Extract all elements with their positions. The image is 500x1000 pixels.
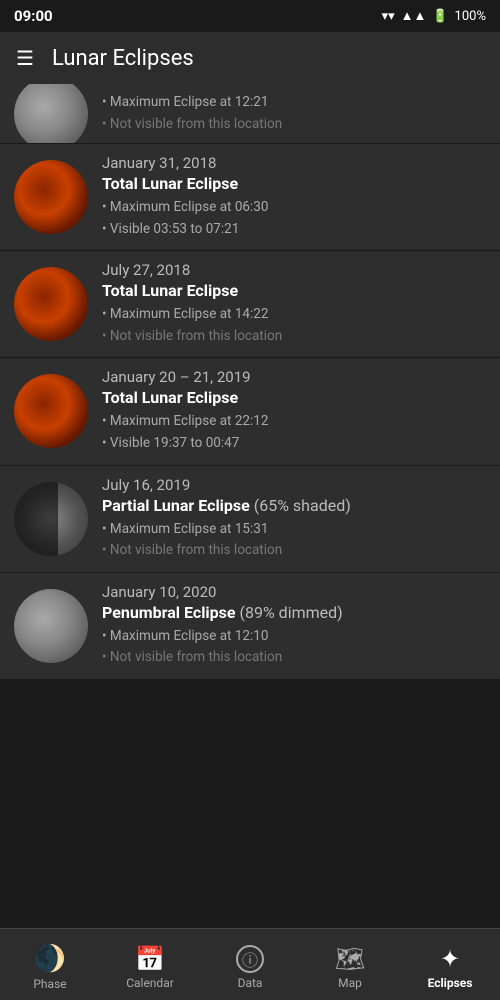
eclipse-info: • Maximum Eclipse at 12:21 • Not visible… bbox=[102, 92, 486, 135]
eclipse-detail: • Maximum Eclipse at 15:31 • Not visible… bbox=[102, 519, 486, 562]
detail-line-1: • Maximum Eclipse at 14:22 bbox=[102, 306, 268, 322]
nav-eclipses-label: Eclipses bbox=[428, 976, 473, 990]
eclipse-type: Total Lunar Eclipse bbox=[102, 281, 486, 300]
detail-line-2: • Not visible from this location bbox=[102, 649, 282, 665]
eclipse-type: Partial Lunar Eclipse (65% shaded) bbox=[102, 496, 486, 515]
eclipse-type: Penumbral Eclipse (89% dimmed) bbox=[102, 603, 486, 622]
eclipse-date: January 20 – 21, 2019 bbox=[102, 368, 486, 386]
eclipse-date: January 31, 2018 bbox=[102, 154, 486, 172]
detail-line-2: • Not visible from this location bbox=[102, 542, 282, 558]
eclipse-detail: • Maximum Eclipse at 22:12 • Visible 19:… bbox=[102, 411, 486, 454]
nav-data-label: Data bbox=[238, 976, 263, 990]
wifi-icon: ▾▾ bbox=[382, 9, 395, 24]
nav-phase[interactable]: 🌒 Phase bbox=[0, 938, 100, 991]
moon-image bbox=[14, 84, 88, 144]
moon-image bbox=[14, 589, 88, 663]
app-header: ☰ Lunar Eclipses bbox=[0, 32, 500, 84]
list-item[interactable]: July 16, 2019 Partial Lunar Eclipse (65%… bbox=[0, 466, 500, 573]
moon-image bbox=[14, 160, 88, 234]
nav-calendar[interactable]: 📅 Calendar bbox=[100, 939, 200, 990]
eclipse-info: July 16, 2019 Partial Lunar Eclipse (65%… bbox=[102, 476, 486, 562]
status-bar: 09:00 ▾▾ ▲▲ 🔋 100% bbox=[0, 0, 500, 32]
signal-icon: ▲▲ bbox=[401, 8, 427, 24]
eclipse-list: • Maximum Eclipse at 12:21 • Not visible… bbox=[0, 84, 500, 928]
phase-icon: 🌒 bbox=[34, 944, 66, 974]
detail-line-1: • Maximum Eclipse at 12:21 bbox=[102, 94, 268, 110]
eclipse-info: January 20 – 21, 2019 Total Lunar Eclips… bbox=[102, 368, 486, 454]
eclipse-detail: • Maximum Eclipse at 14:22 • Not visible… bbox=[102, 304, 486, 347]
nav-data[interactable]: ⓘ Data bbox=[200, 939, 300, 990]
bottom-navigation: 🌒 Phase 📅 Calendar ⓘ Data 🗺 Map ✦ Eclips… bbox=[0, 928, 500, 1000]
detail-line-1: • Maximum Eclipse at 15:31 bbox=[102, 521, 268, 537]
nav-map[interactable]: 🗺 Map bbox=[300, 939, 400, 990]
data-icon: ⓘ bbox=[236, 945, 264, 973]
moon-image bbox=[14, 267, 88, 341]
menu-button[interactable]: ☰ bbox=[16, 46, 34, 70]
nav-calendar-label: Calendar bbox=[126, 976, 174, 990]
eclipse-date: July 27, 2018 bbox=[102, 261, 486, 279]
eclipse-info: July 27, 2018 Total Lunar Eclipse • Maxi… bbox=[102, 261, 486, 347]
eclipse-detail: • Maximum Eclipse at 12:21 • Not visible… bbox=[102, 92, 486, 135]
eclipse-date: January 10, 2020 bbox=[102, 583, 486, 601]
detail-line-1: • Maximum Eclipse at 12:10 bbox=[102, 628, 268, 644]
eclipse-info: January 31, 2018 Total Lunar Eclipse • M… bbox=[102, 154, 486, 240]
page-title: Lunar Eclipses bbox=[52, 46, 194, 71]
list-item[interactable]: January 10, 2020 Penumbral Eclipse (89% … bbox=[0, 573, 500, 680]
nav-eclipses[interactable]: ✦ Eclipses bbox=[400, 939, 500, 990]
eclipse-type: Total Lunar Eclipse bbox=[102, 388, 486, 407]
calendar-icon: 📅 bbox=[135, 945, 165, 973]
nav-map-label: Map bbox=[338, 976, 362, 990]
moon-image bbox=[14, 374, 88, 448]
detail-line-1: • Maximum Eclipse at 06:30 bbox=[102, 199, 268, 215]
eclipses-icon: ✦ bbox=[440, 945, 460, 973]
detail-line-2: • Visible 19:37 to 00:47 bbox=[102, 435, 239, 451]
battery-percentage: 100% bbox=[455, 9, 486, 24]
detail-line-1: • Maximum Eclipse at 22:12 bbox=[102, 413, 268, 429]
eclipse-type: Total Lunar Eclipse bbox=[102, 174, 486, 193]
map-icon: 🗺 bbox=[335, 945, 365, 973]
eclipse-detail: • Maximum Eclipse at 06:30 • Visible 03:… bbox=[102, 197, 486, 240]
status-time: 09:00 bbox=[14, 7, 53, 25]
list-item[interactable]: July 27, 2018 Total Lunar Eclipse • Maxi… bbox=[0, 251, 500, 358]
nav-phase-label: Phase bbox=[33, 977, 66, 991]
list-item[interactable]: January 20 – 21, 2019 Total Lunar Eclips… bbox=[0, 358, 500, 465]
eclipse-date: July 16, 2019 bbox=[102, 476, 486, 494]
eclipse-info: January 10, 2020 Penumbral Eclipse (89% … bbox=[102, 583, 486, 669]
detail-line-2: • Visible 03:53 to 07:21 bbox=[102, 221, 239, 237]
detail-line-2: • Not visible from this location bbox=[102, 116, 282, 132]
status-icons: ▾▾ ▲▲ 🔋 100% bbox=[382, 8, 486, 24]
battery-icon: 🔋 bbox=[432, 9, 448, 24]
moon-image bbox=[14, 482, 88, 556]
eclipse-detail: • Maximum Eclipse at 12:10 • Not visible… bbox=[102, 626, 486, 669]
detail-line-2: • Not visible from this location bbox=[102, 328, 282, 344]
list-item[interactable]: • Maximum Eclipse at 12:21 • Not visible… bbox=[0, 84, 500, 144]
list-item[interactable]: January 31, 2018 Total Lunar Eclipse • M… bbox=[0, 144, 500, 251]
